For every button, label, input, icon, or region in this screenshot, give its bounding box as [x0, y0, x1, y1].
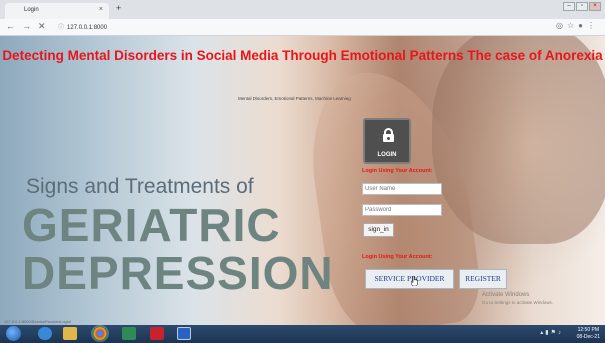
chrome-icon[interactable]: [93, 327, 107, 340]
browser-window: Login × + – ▫ × ← → ✕ ⓘ 127.0.0.1:8000 ◎☆…: [0, 0, 605, 343]
minimize-icon[interactable]: –: [563, 2, 575, 11]
reload-icon[interactable]: ✕: [38, 21, 46, 32]
poster-line-3: DEPRESSION: [22, 247, 334, 299]
maximize-icon[interactable]: ▫: [576, 2, 588, 11]
page-title: Detecting Mental Disorders in Social Med…: [2, 48, 603, 63]
tab-close-icon[interactable]: ×: [99, 6, 103, 13]
menu-icon[interactable]: ⋮: [587, 21, 599, 30]
extension-icon[interactable]: ◎: [556, 21, 567, 30]
tab-bar: Login × + – ▫ ×: [0, 0, 605, 19]
app-green-icon[interactable]: [122, 327, 136, 340]
poster-line-1: Signs and Treatments of: [26, 175, 254, 198]
windows-start-icon[interactable]: [6, 326, 21, 341]
login-heading: Login Using Your Account:: [362, 168, 433, 174]
clock-date: 08-Dec-21: [576, 334, 600, 340]
status-bar-url: 127.0.0.1:8000/ServiceProviderLogin/: [4, 319, 71, 324]
new-tab-button[interactable]: +: [116, 3, 121, 13]
login-badge: LOGIN: [363, 118, 411, 164]
lock-icon: [383, 128, 394, 142]
hand-cursor-icon: [411, 276, 418, 286]
volume-icon[interactable]: ♪: [558, 330, 563, 336]
file-explorer-icon[interactable]: [63, 327, 77, 340]
acrobat-icon[interactable]: [150, 327, 164, 340]
tab-login[interactable]: Login ×: [5, 3, 109, 19]
system-tray: ▴▮⚑♪: [540, 329, 563, 336]
background-photo-head: [432, 36, 605, 244]
username-input[interactable]: [362, 183, 442, 195]
clock-time: 12:50 PM: [577, 327, 600, 333]
login-heading-2: Login Using Your Account:: [362, 254, 433, 260]
url-field[interactable]: ⓘ 127.0.0.1:8000: [58, 22, 107, 31]
activate-line-1: Activate Windows: [482, 292, 530, 298]
page-subtitle: Mental Disorders, Emotional Patterns, Ma…: [238, 96, 351, 101]
sign-in-button[interactable]: sign_in: [363, 223, 394, 237]
back-icon[interactable]: ←: [6, 21, 15, 31]
close-window-icon[interactable]: ×: [589, 2, 601, 11]
profile-icon[interactable]: ●: [578, 21, 587, 30]
clock[interactable]: 12:50 PM 08-Dec-21: [577, 327, 600, 341]
login-badge-label: LOGIN: [377, 152, 397, 158]
activate-windows-notice: Activate Windows Go to Settings to activ…: [482, 291, 553, 307]
url-text: 127.0.0.1:8000: [67, 25, 108, 31]
ie-icon[interactable]: [38, 327, 52, 340]
browser-tools: ◎☆●⋮: [556, 21, 599, 30]
poster-line-2: GERIATRIC: [22, 199, 281, 251]
page-content: Detecting Mental Disorders in Social Med…: [0, 36, 605, 325]
window-controls: – ▫ ×: [563, 2, 601, 11]
tab-title: Login: [24, 7, 39, 13]
site-info-icon[interactable]: ⓘ: [58, 25, 64, 31]
app-blue-icon[interactable]: [177, 327, 191, 340]
activate-line-2: Go to Settings to activate Windows.: [482, 300, 554, 305]
flag-icon[interactable]: ⚑: [551, 330, 558, 336]
password-input[interactable]: [362, 204, 442, 216]
address-bar: ← → ✕ ⓘ 127.0.0.1:8000 ◎☆●⋮: [0, 19, 605, 36]
service-provider-button[interactable]: SERVICE PROVIDER: [365, 269, 454, 289]
taskbar: ▴▮⚑♪ 12:50 PM 08-Dec-21: [0, 325, 605, 343]
bookmark-star-icon[interactable]: ☆: [567, 21, 578, 30]
forward-icon[interactable]: →: [22, 21, 31, 31]
register-button[interactable]: REGISTER: [459, 269, 507, 289]
